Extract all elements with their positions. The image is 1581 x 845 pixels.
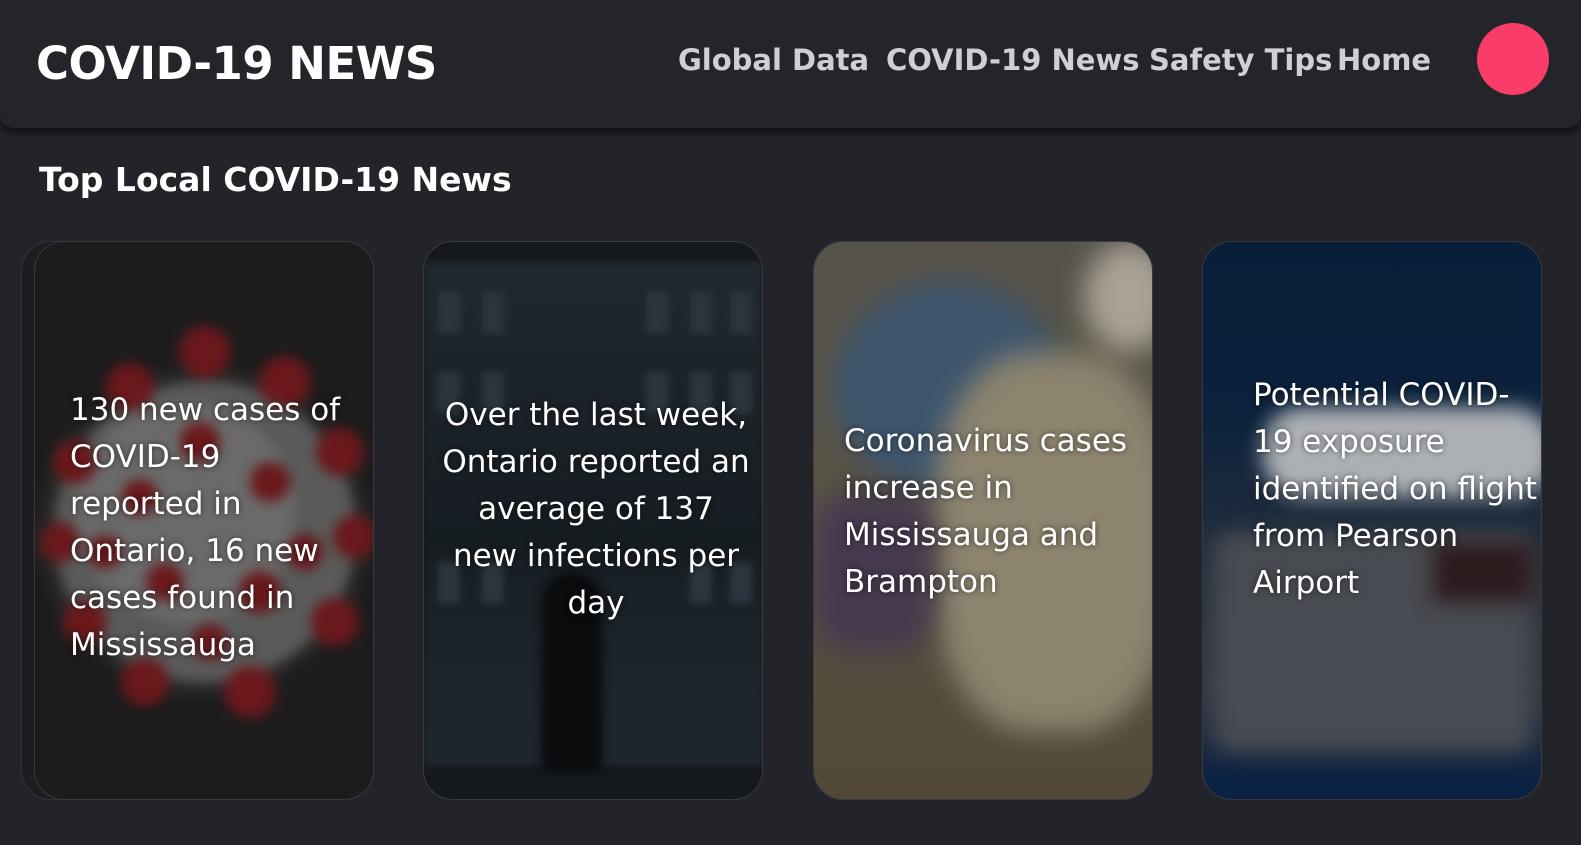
news-card-4[interactable]: Potential COVID-19 exposure identified o… [1202, 241, 1542, 800]
news-card-3[interactable]: Coronavirus cases increase in Mississaug… [813, 241, 1153, 800]
news-card-1[interactable]: 130 new cases of COVID-19 reported in On… [34, 241, 374, 800]
news-card-headline: Over the last week, Ontario reported an … [442, 397, 750, 621]
news-card-headline: Potential COVID-19 exposure identified o… [1253, 377, 1537, 601]
section-title: Top Local COVID-19 News [39, 160, 512, 199]
news-card-headline: 130 new cases of COVID-19 reported in On… [70, 392, 341, 663]
nav-link-covid-news[interactable]: COVID-19 News [886, 42, 1139, 78]
news-card-2[interactable]: Over the last week, Ontario reported an … [423, 241, 763, 800]
nav-link-home[interactable]: Home [1337, 42, 1431, 78]
nav-link-global-data[interactable]: Global Data [678, 42, 869, 78]
avatar[interactable] [1477, 23, 1549, 95]
navbar: COVID-19 NEWS Global Data COVID-19 News … [0, 0, 1581, 128]
site-logo-title[interactable]: COVID-19 NEWS [36, 34, 437, 94]
news-card-headline: Coronavirus cases increase in Mississaug… [844, 423, 1128, 600]
nav-link-safety-tips[interactable]: Safety Tips [1149, 42, 1332, 78]
